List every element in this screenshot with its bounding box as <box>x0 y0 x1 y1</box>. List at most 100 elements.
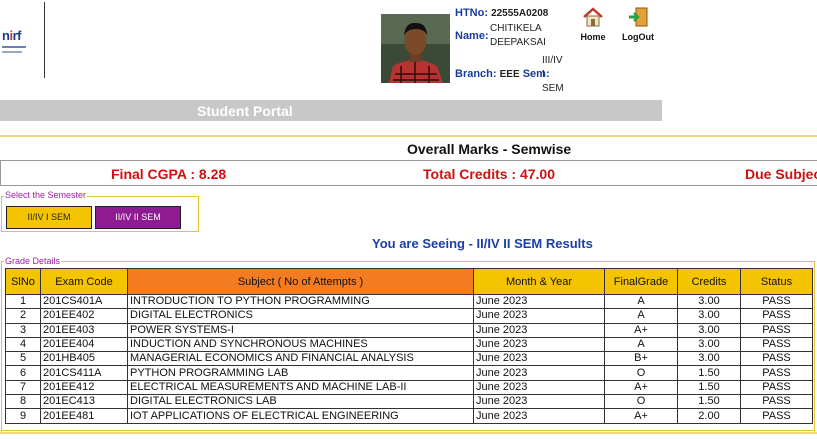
divider-bottom <box>0 432 817 434</box>
due-subjects[interactable]: Due Subjects <box>745 166 817 182</box>
status-cell: PASS <box>740 365 813 381</box>
month-year-cell: June 2023 <box>473 322 605 338</box>
name-label: Name: <box>455 30 489 42</box>
page-title: Overall Marks - Semwise <box>407 141 572 157</box>
month-year-cell: June 2023 <box>473 336 605 353</box>
home-link[interactable]: Home <box>578 6 608 42</box>
table-row: 2 201EE402 DIGITAL ELECTRONICS June 2023 A 3.… <box>5 308 813 324</box>
grade-cell: A+ <box>604 322 678 338</box>
portal-bar: Student Portal <box>0 100 662 121</box>
home-label: Home <box>580 32 606 42</box>
table-row: 4 201EE404 INDUCTION AND SYNCHRONOUS MACHI… <box>5 336 813 353</box>
home-icon <box>582 6 604 28</box>
grade-cell: A <box>604 308 678 324</box>
slno-cell: 8 <box>5 394 41 410</box>
grade-cell: A+ <box>604 379 678 396</box>
logout-icon <box>627 6 649 28</box>
htno-row: HTNo: 22555A0208 <box>455 7 548 19</box>
branch-value: EEE <box>499 69 520 80</box>
exam-code-cell: 201EC413 <box>40 394 128 410</box>
status-cell: PASS <box>740 322 813 338</box>
exam-code-cell: 201EE412 <box>40 379 128 396</box>
table-row: 8 201EC413 DIGITAL ELECTRONICS LAB June 202… <box>5 394 813 410</box>
grade-cell: B+ <box>604 351 678 367</box>
summary-bar: Final CGPA : 8.28 Total Credits : 47.00 … <box>0 160 817 186</box>
table-row: 7 201EE412 ELECTRICAL MEASUREMENTS AND MAC… <box>5 379 813 396</box>
status-cell: PASS <box>740 293 813 310</box>
credits-cell: 1.50 <box>677 394 741 410</box>
month-year-cell: June 2023 <box>473 351 605 367</box>
exam-code-cell: 201CS401A <box>40 293 128 310</box>
table-row: 6 201CS411A PYTHON PROGRAMMING LAB June 202… <box>5 365 813 381</box>
name-value: CHITIKELA DEEPAKSAI <box>490 23 546 48</box>
subject-cell: INTRODUCTION TO PYTHON PROGRAMMING <box>127 293 474 310</box>
status-cell: PASS <box>740 394 813 410</box>
credits-cell: 3.00 <box>677 322 741 338</box>
exam-code-cell: 201EE402 <box>40 308 128 324</box>
exam-code-cell: 201HB405 <box>40 351 128 367</box>
subject-cell: ELECTRICAL MEASUREMENTS AND MACHINE LAB-… <box>127 379 474 396</box>
subject-cell: POWER SYSTEMS-I <box>127 322 474 338</box>
grade-cell: A <box>604 336 678 353</box>
semester-button-1[interactable]: II/IV I SEM <box>6 206 92 229</box>
subject-cell: DIGITAL ELECTRONICS <box>127 308 474 324</box>
slno-cell: 3 <box>5 322 41 338</box>
logout-link[interactable]: LogOut <box>619 6 657 42</box>
final-cgpa: Final CGPA : 8.28 <box>111 166 227 182</box>
slno-cell: 4 <box>5 336 41 353</box>
slno-cell: 7 <box>5 379 41 396</box>
credits-cell: 3.00 <box>677 351 741 367</box>
col-subject: Subject ( No of Attempts ) <box>127 268 474 295</box>
results-heading: You are Seeing - II/IV II SEM Results <box>372 236 593 251</box>
subject-cell: IOT APPLICATIONS OF ELECTRICAL ENGINEERI… <box>127 408 474 424</box>
slno-cell: 1 <box>5 293 41 310</box>
table-row: 9 201EE481 IOT APPLICATIONS OF ELECTRICAL … <box>5 408 813 424</box>
grade-cell: A+ <box>604 408 678 424</box>
htno-value: 22555A0208 <box>491 8 549 19</box>
credits-cell: 3.00 <box>677 308 741 324</box>
table-row: 3 201EE403 POWER SYSTEMS-I June 2023 A+ 3.00 P… <box>5 322 813 338</box>
subject-cell: PYTHON PROGRAMMING LAB <box>127 365 474 381</box>
grade-cell: O <box>604 394 678 410</box>
col-slno: SlNo <box>5 268 41 295</box>
col-exam-code: Exam Code <box>40 268 128 295</box>
month-year-cell: June 2023 <box>473 408 605 424</box>
portal-title: Student Portal <box>197 103 293 119</box>
total-credits: Total Credits : 47.00 <box>423 166 556 182</box>
sem-value: III/IV I SEM <box>542 55 564 94</box>
month-year-cell: June 2023 <box>473 308 605 324</box>
slno-cell: 5 <box>5 351 41 367</box>
grade-cell: O <box>604 365 678 381</box>
month-year-cell: June 2023 <box>473 394 605 410</box>
status-cell: PASS <box>740 379 813 396</box>
month-year-cell: June 2023 <box>473 379 605 396</box>
htno-label: HTNo: <box>455 7 488 19</box>
month-year-cell: June 2023 <box>473 365 605 381</box>
col-final-grade: FinalGrade <box>604 268 678 295</box>
table-row: 5 201HB405 MANAGERIAL ECONOMICS AND FINANC… <box>5 351 813 367</box>
credits-cell: 1.50 <box>677 379 741 396</box>
subject-cell: DIGITAL ELECTRONICS LAB <box>127 394 474 410</box>
branch-label: Branch: <box>455 68 497 80</box>
status-cell: PASS <box>740 351 813 367</box>
grades-table: SlNo Exam Code Subject ( No of Attempts … <box>5 268 813 424</box>
col-credits: Credits <box>677 268 741 295</box>
exam-code-cell: 201EE481 <box>40 408 128 424</box>
table-row: 1 201CS401A INTRODUCTION TO PYTHON PROGRAM… <box>5 293 813 310</box>
exam-code-cell: 201CS411A <box>40 365 128 381</box>
branch-row: Branch: EEE Sem: <box>455 68 550 80</box>
slno-cell: 2 <box>5 308 41 324</box>
header-divider <box>44 2 45 78</box>
subject-cell: INDUCTION AND SYNCHRONOUS MACHINES <box>127 336 474 353</box>
col-status: Status <box>740 268 813 295</box>
table-header-row: SlNo Exam Code Subject ( No of Attempts … <box>5 268 813 295</box>
col-month-year: Month & Year <box>473 268 605 295</box>
status-cell: PASS <box>740 336 813 353</box>
slno-cell: 6 <box>5 365 41 381</box>
semester-button-2[interactable]: II/IV II SEM <box>95 206 181 229</box>
grade-cell: A <box>604 293 678 310</box>
credits-cell: 2.00 <box>677 408 741 424</box>
nirf-logo: nirf <box>2 28 30 64</box>
semester-selector: Select the Semester II/IV I SEM II/IV II… <box>1 190 199 232</box>
exam-code-cell: 201EE404 <box>40 336 128 353</box>
